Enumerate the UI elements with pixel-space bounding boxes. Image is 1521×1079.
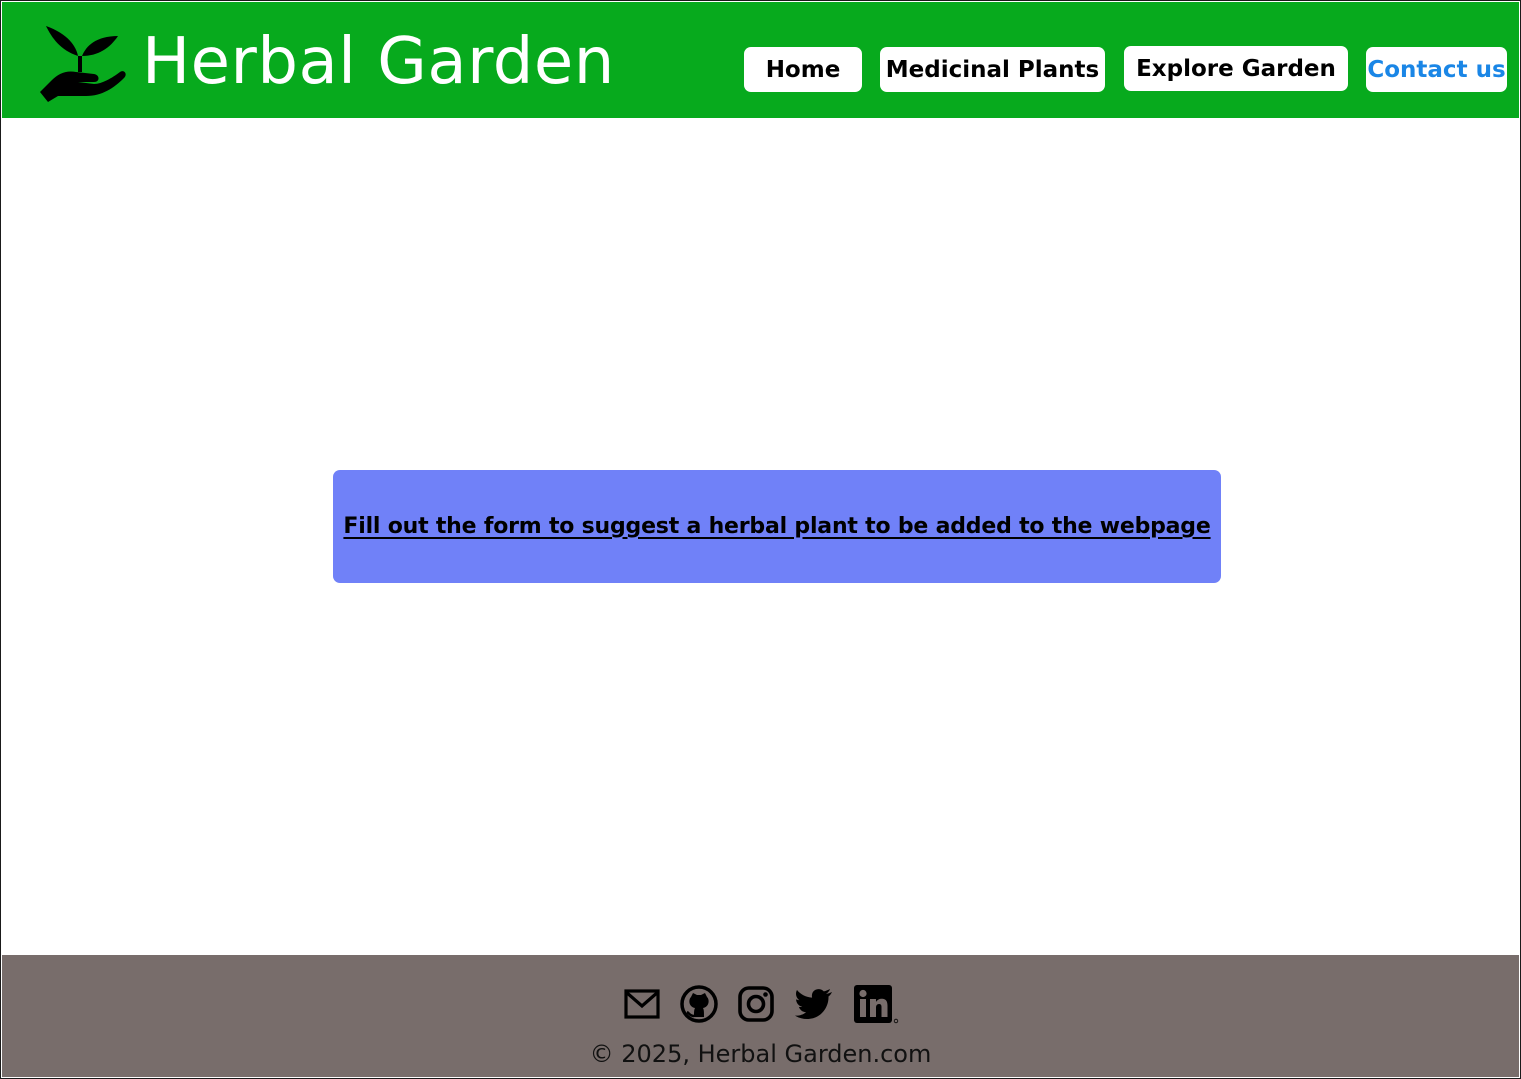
mail-icon[interactable] xyxy=(622,983,662,1025)
social-icons xyxy=(2,983,1519,1025)
site-header: Herbal Garden Home Medicinal Plants Expl… xyxy=(2,2,1519,118)
nav-contact-us-button[interactable]: Contact us xyxy=(1366,47,1507,92)
hand-holding-sprout-icon xyxy=(38,22,126,102)
nav-home-button[interactable]: Home xyxy=(744,47,862,92)
nav-explore-garden-button[interactable]: Explore Garden xyxy=(1124,46,1348,91)
suggest-plant-form-link[interactable]: Fill out the form to suggest a herbal pl… xyxy=(343,514,1210,539)
suggest-plant-banner: Fill out the form to suggest a herbal pl… xyxy=(333,470,1221,583)
github-icon[interactable] xyxy=(679,983,719,1025)
site-footer: © 2025, Herbal Garden.com xyxy=(2,955,1519,1077)
nav-medicinal-plants-button[interactable]: Medicinal Plants xyxy=(880,47,1105,92)
linkedin-icon[interactable] xyxy=(852,983,900,1025)
twitter-icon[interactable] xyxy=(794,983,834,1025)
instagram-icon[interactable] xyxy=(736,983,776,1025)
site-title: Herbal Garden xyxy=(142,25,615,99)
copyright-text: © 2025, Herbal Garden.com xyxy=(589,1040,932,1068)
